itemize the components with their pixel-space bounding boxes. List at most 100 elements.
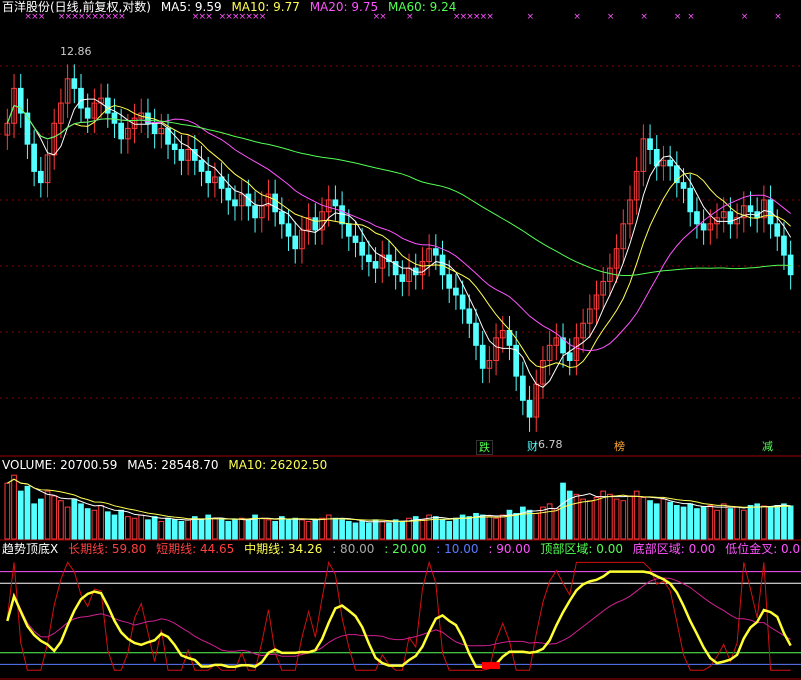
volume-bar-41 xyxy=(278,516,285,540)
level-90-legend: : 90.00 xyxy=(488,542,531,556)
volume-bar-112 xyxy=(754,503,761,540)
volume-ma10: MA10: 26202.50 xyxy=(228,458,328,472)
volume-bar-51 xyxy=(345,520,352,540)
volume-bar-0 xyxy=(4,482,11,540)
volume-bar-25 xyxy=(171,519,178,540)
volume-bar-80 xyxy=(540,506,546,540)
candle-body-55 xyxy=(372,261,379,269)
top-signal-mark-32: × xyxy=(527,12,535,22)
candle-body-103 xyxy=(694,211,700,225)
volume-bar-46 xyxy=(312,519,319,540)
low-price-label: 6.78 xyxy=(538,438,563,451)
ma20-line xyxy=(6,104,791,352)
candle-body-41 xyxy=(278,211,285,225)
volume-bar-28 xyxy=(191,516,198,540)
volume-bar-42 xyxy=(285,519,292,540)
volume-bar-14 xyxy=(98,505,104,540)
volume-bar-44 xyxy=(299,519,305,540)
chart-canvas[interactable]: × × × × × × × × × × × × × × × × × × × × × × × × × × × × × × × × × × × × × × × × xyxy=(0,0,801,680)
candle-body-42 xyxy=(285,223,292,237)
volume-ma5: MA5: 28548.70 xyxy=(127,458,219,472)
volume-bar-32 xyxy=(218,519,225,540)
volume-bar-15 xyxy=(104,511,111,540)
volume-bar-115 xyxy=(774,505,781,540)
volume-bar-109 xyxy=(734,506,740,540)
volume-bar-88 xyxy=(593,497,600,540)
volume-bar-6 xyxy=(44,490,51,540)
candle-body-102 xyxy=(687,187,694,213)
candle-body-70 xyxy=(473,322,479,346)
volume-bar-40 xyxy=(272,520,278,540)
volume-bar-100 xyxy=(673,505,680,540)
volume-bar-82 xyxy=(553,508,560,540)
volume-bar-116 xyxy=(781,503,787,540)
volume-bar-67 xyxy=(453,517,459,540)
volume-bar-43 xyxy=(292,517,299,540)
candle-body-53 xyxy=(359,241,366,256)
volume-bar-72 xyxy=(486,516,493,540)
volume-bar-59 xyxy=(399,520,406,540)
volume-bar-90 xyxy=(607,493,613,540)
volume-bar-27 xyxy=(185,519,191,540)
candle-body-43 xyxy=(292,235,299,250)
volume-ma10-line xyxy=(7,478,791,522)
volume-bar-76 xyxy=(513,512,520,540)
volume-bar-7 xyxy=(51,495,58,540)
volume-bar-99 xyxy=(667,501,673,540)
volume-bar-110 xyxy=(740,509,747,540)
volume-bar-92 xyxy=(620,500,627,540)
ma5-line xyxy=(6,98,792,388)
volume-bar-98 xyxy=(660,498,667,540)
volume-bar-18 xyxy=(125,516,131,540)
volume-bar-20 xyxy=(138,514,145,540)
event-tag-4[interactable]: 减 xyxy=(760,440,775,453)
volume-bar-58 xyxy=(392,519,399,540)
candle-body-34 xyxy=(232,199,238,207)
volume-bar-71 xyxy=(479,514,486,540)
indicator-legend: 趋势顶底X 长期线: 59.80 短期线: 44.65 中期线: 34.26 :… xyxy=(2,542,801,556)
volume-bar-49 xyxy=(332,517,339,540)
high-price-label: 12.86 xyxy=(60,45,92,58)
volume-bar-47 xyxy=(319,517,325,540)
volume-bar-31 xyxy=(212,517,218,540)
candle-body-2 xyxy=(17,87,24,114)
top-signal-mark-36: × xyxy=(674,12,682,22)
volume-bar-34 xyxy=(232,519,238,540)
volume-bar-64 xyxy=(432,516,439,540)
volume-bar-24 xyxy=(165,517,171,540)
volume-bar-114 xyxy=(767,506,774,540)
volume-bar-50 xyxy=(339,519,345,540)
event-tag-2[interactable]: 财 xyxy=(525,440,540,453)
top-signal-mark-31: × xyxy=(486,12,494,22)
volume-bar-91 xyxy=(613,498,620,540)
event-tag-3[interactable]: 榜 xyxy=(612,440,627,453)
candle-body-116 xyxy=(781,235,787,256)
event-tag-1[interactable]: 跌 xyxy=(476,440,493,455)
candle-body-66 xyxy=(446,274,453,289)
volume-bar-102 xyxy=(687,503,694,540)
ma10-legend: MA10: 9.77 xyxy=(231,0,300,14)
mid-line-legend: 中期线: 34.26 xyxy=(244,542,323,556)
volume-bar-26 xyxy=(178,520,185,540)
volume-ma5-line xyxy=(7,478,791,523)
long-line xyxy=(6,577,791,657)
volume-bar-9 xyxy=(64,506,71,540)
volume-bar-73 xyxy=(493,517,499,540)
candle-body-16 xyxy=(111,112,118,124)
volume-bar-2 xyxy=(17,490,24,540)
volume-bar-87 xyxy=(586,500,593,540)
volume-bar-38 xyxy=(258,517,265,540)
level-20-legend: : 20.00 xyxy=(384,542,427,556)
candle-body-29 xyxy=(198,159,205,172)
candle-body-32 xyxy=(218,176,225,189)
top-signal-mark-37: × xyxy=(687,12,695,22)
ma20-legend: MA20: 9.75 xyxy=(309,0,379,14)
volume-bar-29 xyxy=(198,519,205,540)
volume-bar-1 xyxy=(11,474,17,540)
volume-bar-79 xyxy=(533,512,540,540)
volume-bar-54 xyxy=(366,522,372,540)
candle-body-84 xyxy=(566,352,573,362)
candle-body-11 xyxy=(78,87,84,109)
volume-bar-94 xyxy=(633,490,640,540)
volume-bar-97 xyxy=(653,503,660,540)
